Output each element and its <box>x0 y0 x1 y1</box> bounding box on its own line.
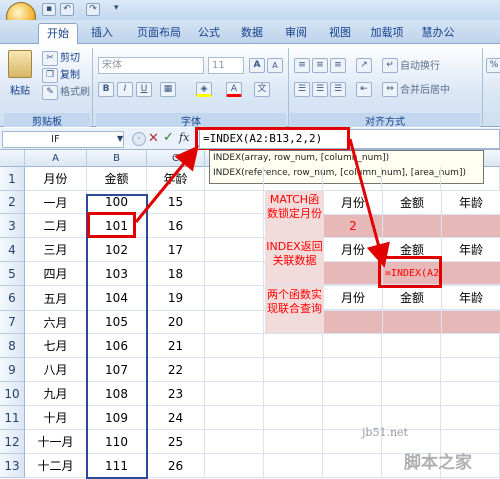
arrow-formula-to-result <box>348 138 390 268</box>
watermark-logo: 脚本之家 <box>404 453 472 473</box>
watermark-site: jb51.net <box>362 426 408 439</box>
arrow-cell-to-formula <box>134 145 199 223</box>
annotation-arrows <box>134 138 390 268</box>
